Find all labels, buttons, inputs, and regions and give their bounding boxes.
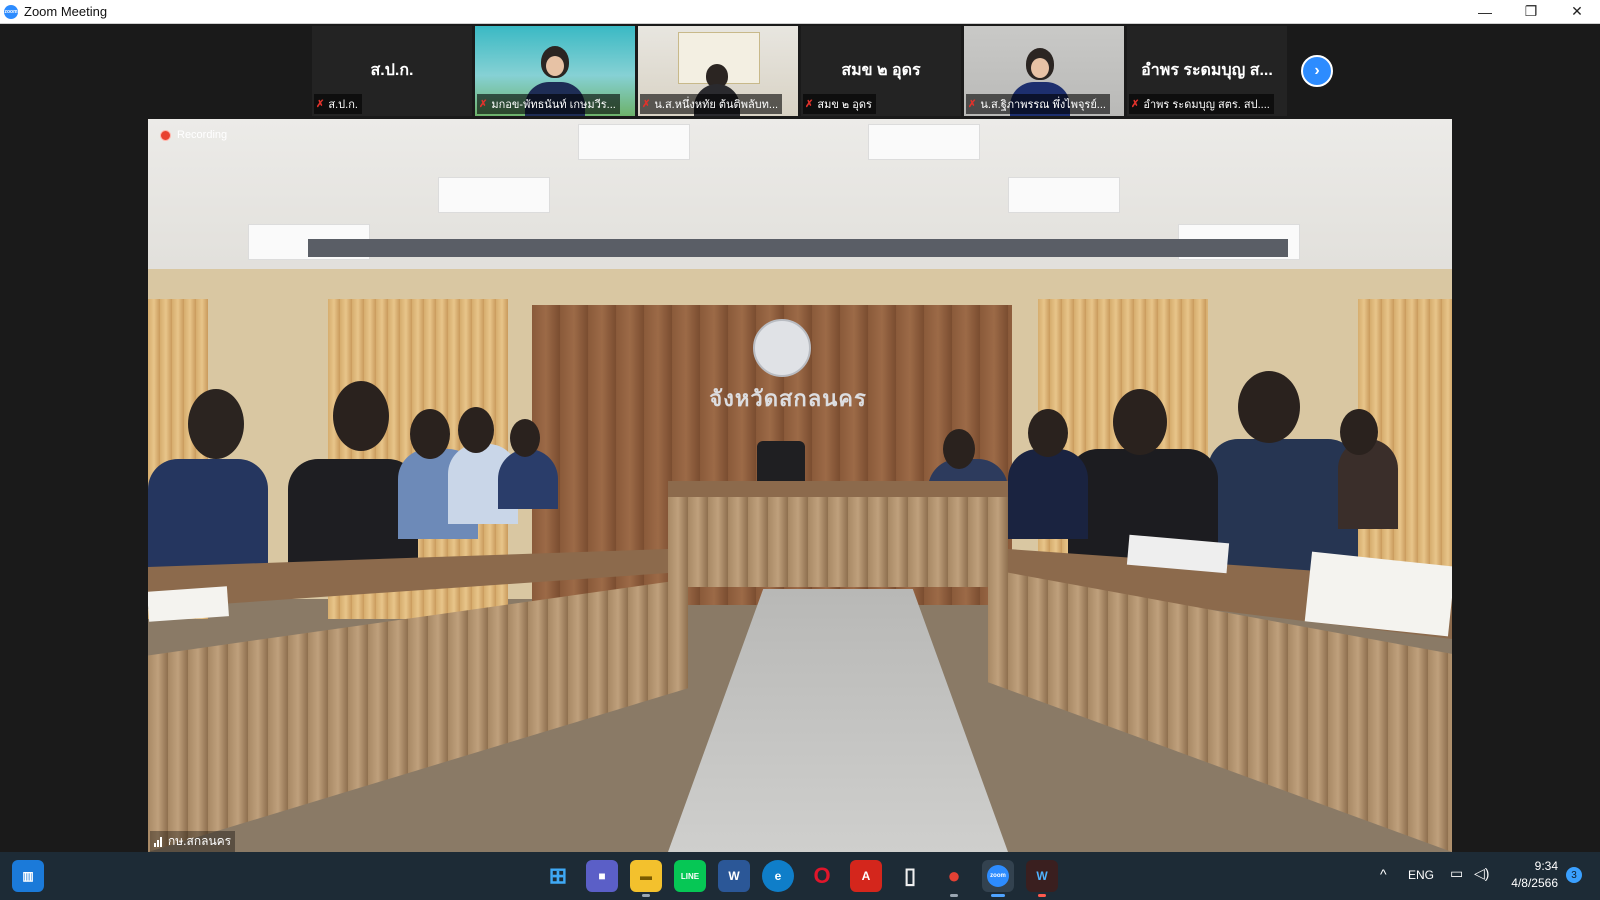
clock-date[interactable]: 4/8/2566 (1500, 876, 1558, 890)
participant-label: ✗ อำพร ระดมบุญ สตร. สป.... (1129, 94, 1274, 114)
opera-browser-icon[interactable]: O (806, 860, 838, 892)
attendee-head (188, 389, 244, 459)
notepad-icon[interactable]: ▯ (894, 860, 926, 892)
mic-muted-icon: ✗ (479, 98, 488, 110)
paper (1304, 551, 1452, 637)
volume-icon[interactable]: ◁) (1474, 865, 1489, 882)
teams-chat-icon[interactable]: ■ (586, 860, 618, 892)
chevron-right-icon[interactable]: › (1301, 55, 1333, 87)
participant-label: ✗ น.ส.หนึ่งหทัย ต้นติพลับท... (640, 94, 783, 114)
attendee (1338, 439, 1398, 529)
active-speaker-name: กษ.สกลนคร (168, 834, 232, 848)
word-icon[interactable]: W (718, 860, 750, 892)
room-sign: จังหวัดสกลนคร (709, 386, 867, 411)
file-explorer-icon[interactable]: ▬ (630, 860, 662, 897)
edge-browser-icon[interactable]: e (762, 860, 794, 892)
window-controls: — ❐ ✕ (1462, 0, 1600, 23)
recording-label: Recording (177, 129, 228, 141)
participant-tile[interactable]: ✗ มกอข-พัทธนันท์ เกษมวีร... (475, 26, 635, 116)
mic-muted-icon: ✗ (316, 98, 325, 110)
participant-name: น.ส.ฐิภาพรรณ พึ่งไพจุรย์... (980, 99, 1106, 111)
attendee-head (410, 409, 450, 459)
line-app-icon[interactable]: LINE (674, 860, 706, 892)
active-speaker-video: จังหวัดสกลนคร Recording กษ.สกลนคร (148, 119, 1452, 852)
input-language-indicator[interactable]: ENG (1408, 868, 1434, 882)
attendee-head (458, 407, 494, 453)
participant-name: มกอข-พัทธนันท์ เกษมวีร... (491, 99, 616, 111)
participant-tile[interactable]: สมข ๒ อุดร ✗ สมข ๒ อุดร (801, 26, 961, 116)
zoom-logo-icon: zoom (4, 4, 18, 19)
participant-strip: ส.ป.ก. ✗ ส.ป.ก. ✗ มกอข-พัทธนันท์ เกษมวีร..… (0, 24, 1600, 118)
table-skirt (148, 579, 688, 852)
window-title: Zoom Meeting (24, 4, 108, 19)
mic-muted-icon: ✗ (805, 98, 814, 110)
widgets-icon[interactable]: ▥ (12, 860, 44, 892)
participant-display-name: อำพร ระดมบุญ ส... (1141, 62, 1273, 79)
ceiling-light (438, 177, 550, 213)
participant-label: ✗ มกอข-พัทธนันท์ เกษมวีร... (477, 94, 620, 114)
window-titlebar: zoom Zoom Meeting — ❐ ✕ (0, 0, 1600, 24)
floor (668, 589, 1008, 852)
participant-tile[interactable]: ✗ น.ส.ฐิภาพรรณ พึ่งไพจุรย์... (964, 26, 1124, 116)
mic-muted-icon: ✗ (1131, 98, 1140, 110)
chrome-browser-icon[interactable]: ● (938, 860, 970, 897)
windows-start-icon[interactable]: ⊞ (542, 860, 574, 892)
attendee-head (1238, 371, 1300, 443)
attendee-head (943, 429, 975, 469)
table-skirt (668, 497, 1008, 587)
participant-tile[interactable]: ส.ป.ก. ✗ ส.ป.ก. (312, 26, 472, 116)
participant-tile[interactable]: อำพร ระดมบุญ ส... ✗ อำพร ระดมบุญ สตร. สป.… (1127, 26, 1287, 116)
participant-name: น.ส.หนึ่งหทัย ต้นติพลับท... (654, 99, 779, 111)
tray-overflow-chevron-icon[interactable]: ^ (1380, 866, 1387, 882)
participant-face (546, 56, 564, 76)
mic-muted-icon: ✗ (968, 98, 977, 110)
participant-label: ✗ ส.ป.ก. (314, 94, 362, 114)
clock-time[interactable]: 9:34 (1528, 859, 1558, 873)
recording-indicator: Recording (160, 129, 227, 141)
minimize-button[interactable]: — (1462, 0, 1508, 23)
windows-taskbar: ▥ ⊞ ■ ▬ LINE W e O A ▯ ● zoom W ^ ENG ▭ … (0, 852, 1600, 900)
waves-app-icon[interactable]: W (1026, 860, 1058, 897)
ceiling-band (308, 239, 1288, 257)
attendee (1008, 449, 1088, 539)
attendee-head (1340, 409, 1378, 455)
participant-display-name: ส.ป.ก. (370, 62, 414, 79)
participant-name: ส.ป.ก. (328, 99, 358, 111)
notification-count-badge[interactable]: 3 (1566, 867, 1582, 883)
mic-muted-icon: ✗ (642, 98, 651, 110)
ceiling-light (868, 124, 980, 160)
participant-name: อำพร ระดมบุญ สตร. สป.... (1143, 99, 1270, 111)
ceiling-light (578, 124, 690, 160)
participant-face (1031, 58, 1049, 78)
close-button[interactable]: ✕ (1554, 0, 1600, 23)
signal-strength-icon (154, 836, 163, 847)
participant-display-name: สมข ๒ อุดร (841, 62, 921, 79)
attendee-head (1113, 389, 1167, 455)
participant-tile[interactable]: ✗ น.ส.หนึ่งหทัย ต้นติพลับท... (638, 26, 798, 116)
restore-button[interactable]: ❐ (1508, 0, 1554, 23)
attendee-head (510, 419, 540, 457)
paper (148, 586, 229, 622)
ceiling-light (1008, 177, 1120, 213)
attendee-head (333, 381, 389, 451)
participant-label: ✗ สมข ๒ อุดร (803, 94, 876, 114)
zoom-taskbar-icon[interactable]: zoom (982, 860, 1014, 897)
network-icon[interactable]: ▭ (1450, 865, 1463, 882)
acrobat-reader-icon[interactable]: A (850, 860, 882, 892)
participant-label: ✗ น.ส.ฐิภาพรรณ พึ่งไพจุรย์... (966, 94, 1110, 114)
attendee-head (1028, 409, 1068, 457)
provincial-emblem-icon (753, 319, 811, 377)
active-speaker-label: กษ.สกลนคร (150, 831, 236, 852)
attendee (498, 449, 558, 509)
recording-dot-icon (160, 129, 171, 141)
participant-name: สมข ๒ อุดร (817, 99, 872, 111)
